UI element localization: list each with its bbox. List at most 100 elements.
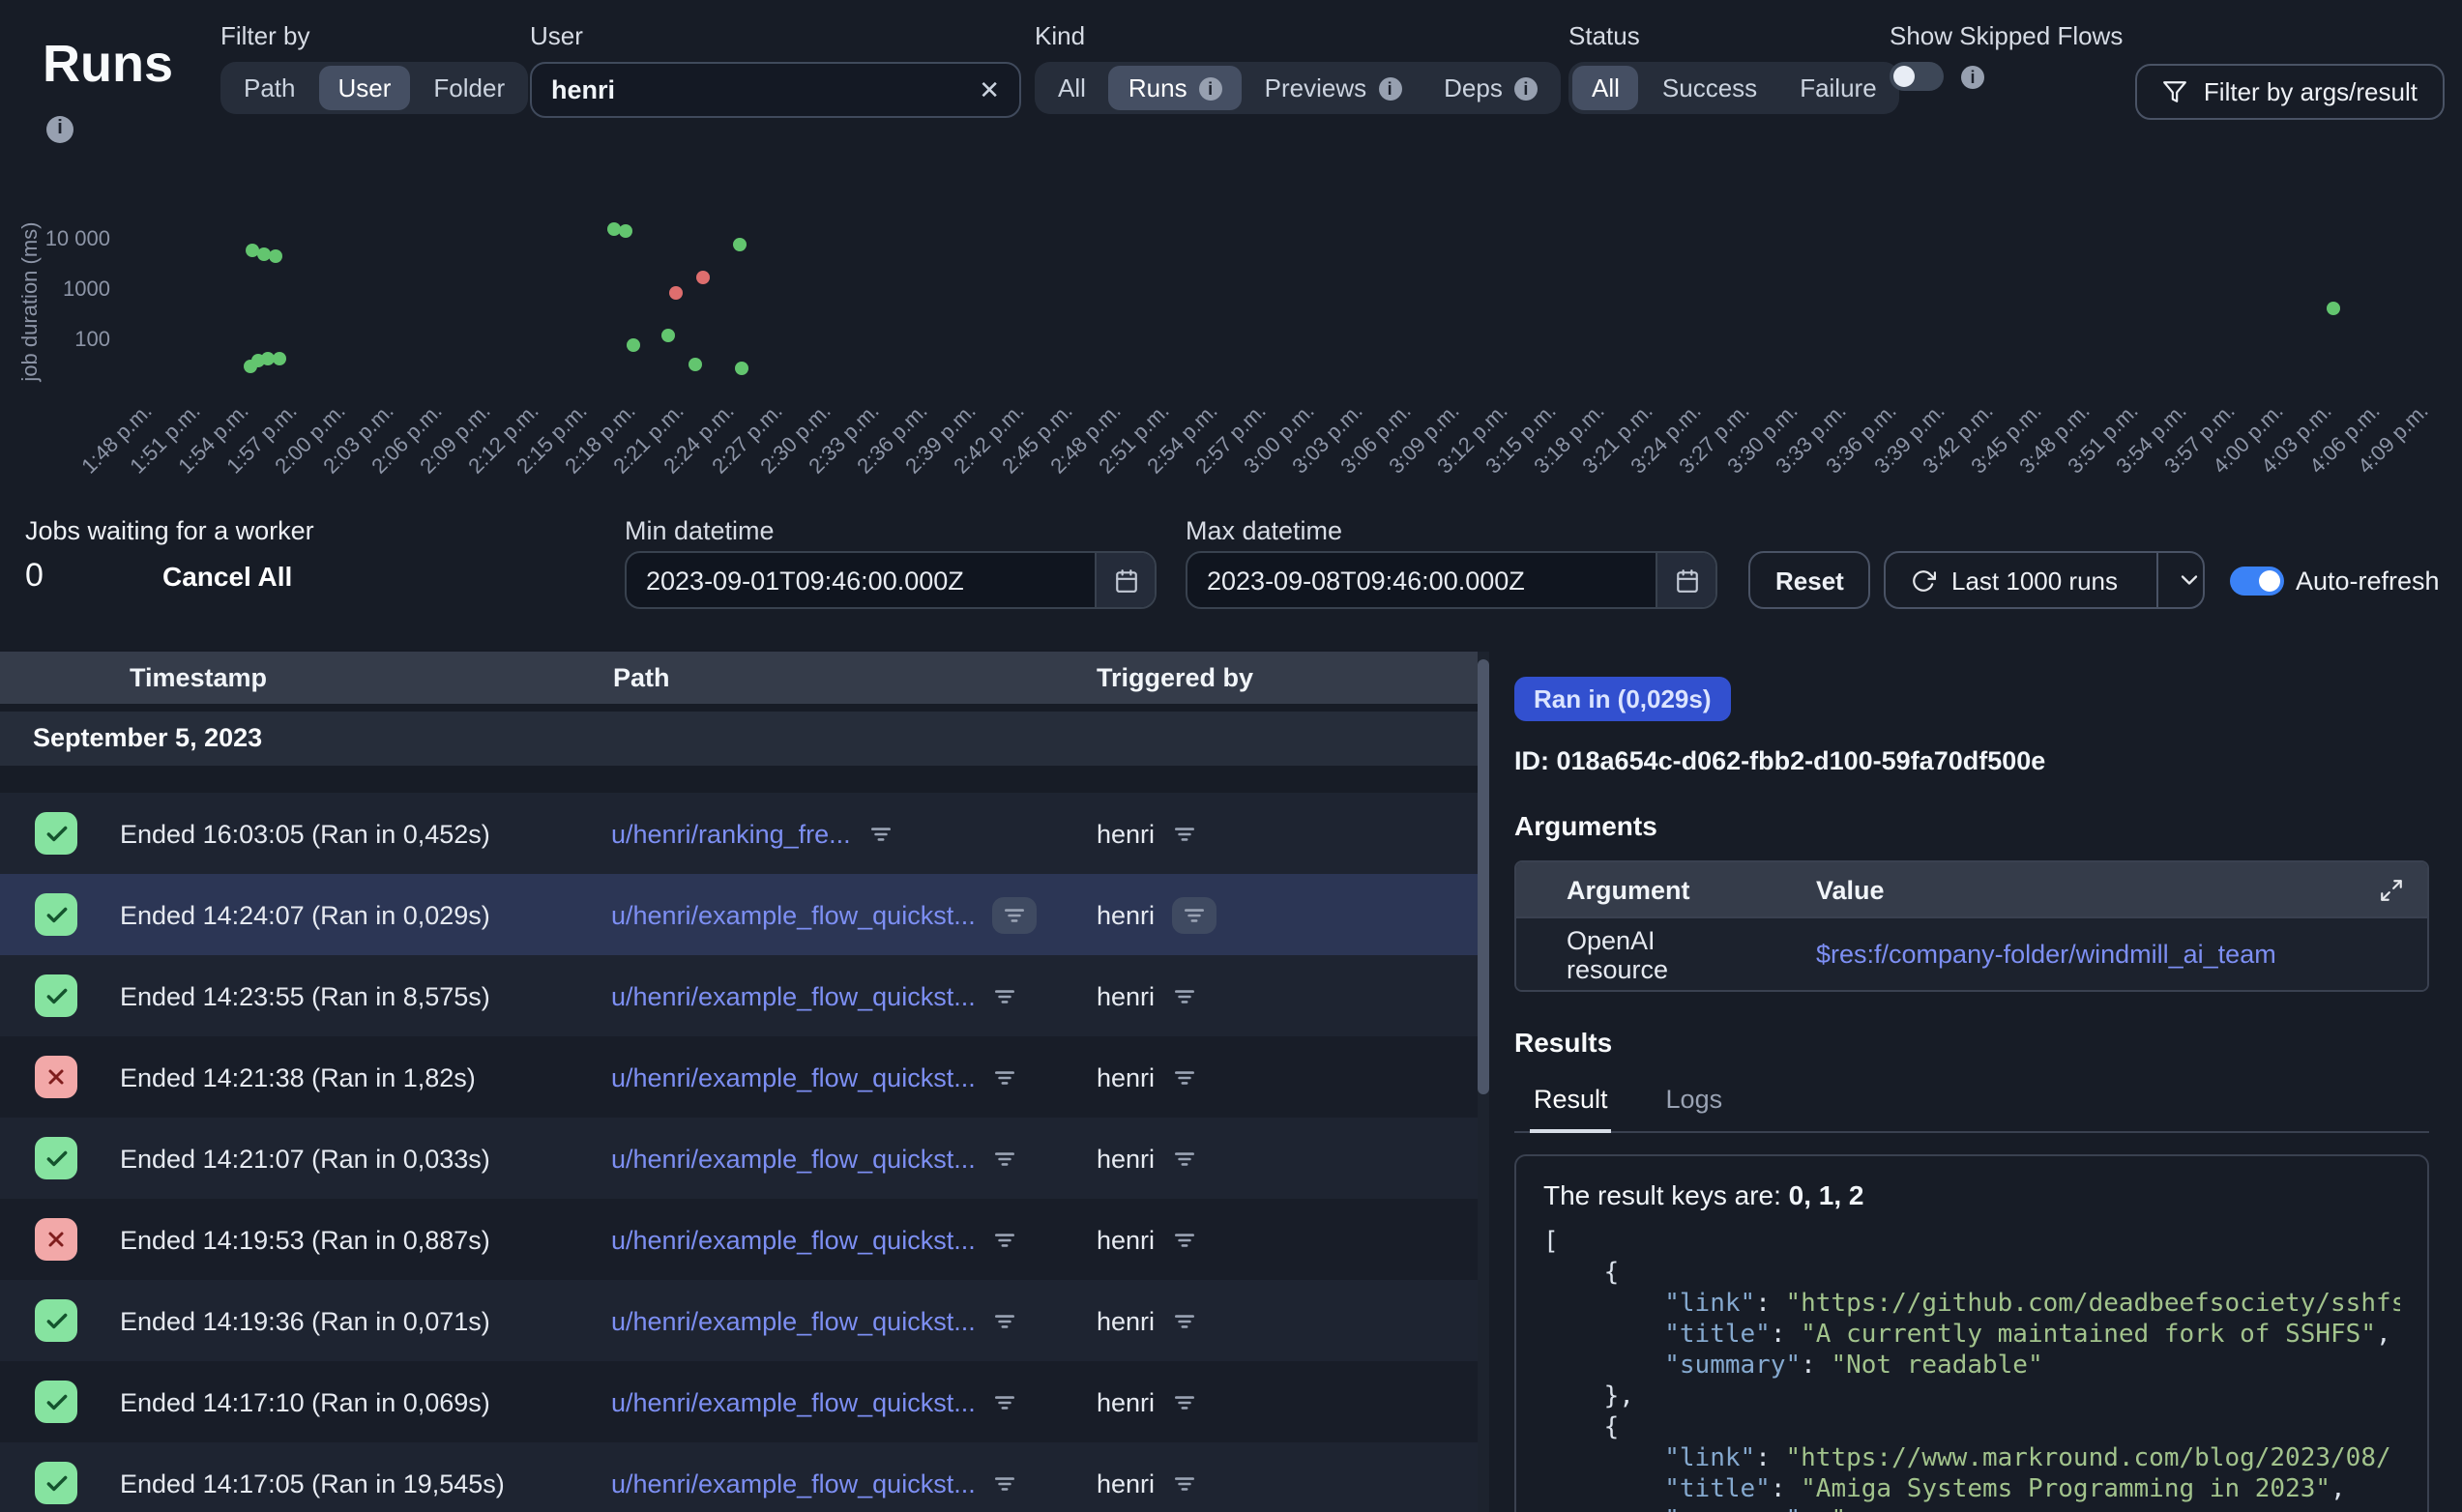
success-check-icon xyxy=(35,974,77,1017)
run-path-link[interactable]: u/henri/example_flow_quickst... xyxy=(611,1144,976,1173)
arguments-title: Arguments xyxy=(1514,810,2429,841)
argument-value-link[interactable]: $res:f/company-folder/windmill_ai_team xyxy=(1746,940,2427,969)
filter-by-user-icon[interactable] xyxy=(1172,821,1197,846)
scatter-point-success[interactable] xyxy=(273,352,286,365)
arguments-table-header: Argument Value xyxy=(1516,862,2427,916)
filter-by-user-icon[interactable] xyxy=(1172,1064,1197,1090)
run-path-cell: u/henri/example_flow_quickst... xyxy=(611,955,1018,1036)
failure-x-icon xyxy=(35,1218,77,1261)
duration-scatter-chart: job duration (ms) 10 0001000100 1:48 p.m… xyxy=(0,0,2462,541)
y-axis-title: job duration (ms) xyxy=(19,186,43,418)
run-triggered-by: henri xyxy=(1097,819,1155,848)
date-group-header: September 5, 2023 xyxy=(0,712,1480,766)
results-title: Results xyxy=(1514,1027,2429,1058)
filter-by-path-icon[interactable] xyxy=(993,1308,1018,1333)
filter-by-path-icon[interactable] xyxy=(993,1470,1018,1496)
run-triggered-by-cell: henri xyxy=(1097,1442,1197,1512)
run-row[interactable]: Ended 14:17:05 (Ran in 19,545s)u/henri/e… xyxy=(0,1442,1480,1512)
filter-by-user-icon[interactable] xyxy=(1172,1389,1197,1414)
run-row[interactable]: Ended 14:17:10 (Ran in 0,069s)u/henri/ex… xyxy=(0,1361,1480,1442)
scatter-point-success[interactable] xyxy=(689,358,703,371)
reset-button[interactable]: Reset xyxy=(1748,551,1871,609)
max-datetime-value: 2023-09-08T09:46:00.000Z xyxy=(1187,566,1656,595)
run-triggered-by-cell: henri xyxy=(1097,793,1197,874)
calendar-icon[interactable] xyxy=(1095,553,1155,607)
failure-x-icon xyxy=(35,1056,77,1098)
chevron-down-icon[interactable] xyxy=(2156,553,2203,607)
filter-by-path-icon[interactable] xyxy=(993,983,1018,1008)
filter-by-path-icon[interactable] xyxy=(993,1146,1018,1171)
max-datetime-label: Max datetime xyxy=(1186,516,1342,545)
run-path-cell: u/henri/example_flow_quickst... xyxy=(611,1361,1018,1442)
scrollbar-thumb[interactable] xyxy=(1478,659,1489,1094)
run-path-link[interactable]: u/henri/ranking_fre... xyxy=(611,819,851,848)
run-row[interactable]: Ended 14:19:53 (Ran in 0,887s) u/henri/ex… xyxy=(0,1199,1480,1280)
run-path-link[interactable]: u/henri/example_flow_quickst... xyxy=(611,1468,976,1497)
cancel-all-button[interactable]: Cancel All xyxy=(162,561,292,592)
filter-by-user-icon[interactable] xyxy=(1172,1308,1197,1333)
filter-by-user-icon[interactable] xyxy=(1172,1146,1197,1171)
run-path-link[interactable]: u/henri/example_flow_quickst... xyxy=(611,900,976,929)
scatter-point-success[interactable] xyxy=(735,362,748,375)
scatter-point-success[interactable] xyxy=(733,237,747,250)
result-keys-line: The result keys are: 0, 1, 2 xyxy=(1543,1179,2400,1210)
min-datetime-input[interactable]: 2023-09-01T09:46:00.000Z xyxy=(625,551,1157,609)
run-timestamp: Ended 14:24:07 (Ran in 0,029s) xyxy=(120,874,490,955)
filter-by-path-icon[interactable] xyxy=(993,1227,1018,1252)
run-row[interactable]: Ended 14:19:36 (Ran in 0,071s)u/henri/ex… xyxy=(0,1280,1480,1361)
run-row[interactable]: Ended 16:03:05 (Ran in 0,452s)u/henri/ra… xyxy=(0,793,1480,874)
run-path-link[interactable]: u/henri/example_flow_quickst... xyxy=(611,981,976,1010)
code-line: "link": "https://github.com/deadbeefsoci… xyxy=(1543,1290,2400,1321)
run-path-link[interactable]: u/henri/example_flow_quickst... xyxy=(611,1387,976,1416)
scatter-point-success[interactable] xyxy=(626,338,639,352)
load-runs-button[interactable]: Last 1000 runs xyxy=(1884,551,2205,609)
filter-by-path-icon[interactable] xyxy=(868,821,894,846)
run-timestamp: Ended 14:21:07 (Ran in 0,033s) xyxy=(120,1118,490,1199)
run-row[interactable]: Ended 14:24:07 (Ran in 0,029s) u/henri/ex… xyxy=(0,874,1480,955)
scatter-point-failure[interactable] xyxy=(696,271,710,284)
run-triggered-by: henri xyxy=(1097,1468,1155,1497)
run-row[interactable]: Ended 14:21:07 (Ran in 0,033s) u/henri/ex… xyxy=(0,1118,1480,1199)
run-row[interactable]: Ended 14:21:38 (Ran in 1,82s)u/henri/exa… xyxy=(0,1036,1480,1118)
viewport: Runs i Filter by PathUserFolder User hen… xyxy=(0,0,2462,1512)
auto-refresh-toggle[interactable] xyxy=(2230,567,2284,596)
auto-refresh-label: Auto-refresh xyxy=(2296,567,2440,596)
scatter-point-success[interactable] xyxy=(2326,302,2339,315)
max-datetime-input[interactable]: 2023-09-08T09:46:00.000Z xyxy=(1186,551,1717,609)
filter-by-path-icon[interactable] xyxy=(993,1064,1018,1090)
scatter-point-success[interactable] xyxy=(662,329,676,342)
calendar-icon[interactable] xyxy=(1656,553,1715,607)
table-scrollbar[interactable] xyxy=(1478,652,1489,1512)
scatter-point-success[interactable] xyxy=(268,250,281,264)
expand-icon[interactable] xyxy=(2379,877,2404,902)
code-line: { xyxy=(1543,1259,2400,1290)
table-body: Ended 16:03:05 (Ran in 0,452s)u/henri/ra… xyxy=(0,793,1480,1512)
argument-row: OpenAI resource$res:f/company-folder/win… xyxy=(1516,916,2427,990)
tab-logs[interactable]: Logs xyxy=(1662,1075,1727,1131)
filter-by-user-icon[interactable] xyxy=(1172,1227,1197,1252)
jobs-waiting-count: 0 xyxy=(25,557,44,596)
success-check-icon xyxy=(35,1381,77,1423)
filter-by-path-icon[interactable] xyxy=(993,1389,1018,1414)
y-axis-label: 10 000 xyxy=(10,228,110,251)
run-triggered-by: henri xyxy=(1097,981,1155,1010)
result-keys: 0, 1, 2 xyxy=(1789,1179,1864,1210)
table-header: Timestamp Path Triggered by xyxy=(0,652,1480,704)
run-path-link[interactable]: u/henri/example_flow_quickst... xyxy=(611,1062,976,1091)
scatter-point-failure[interactable] xyxy=(669,287,683,301)
run-row[interactable]: Ended 14:23:55 (Ran in 8,575s)u/henri/ex… xyxy=(0,955,1480,1036)
run-path-link[interactable]: u/henri/example_flow_quickst... xyxy=(611,1306,976,1335)
run-triggered-by-cell: henri xyxy=(1097,955,1197,1036)
run-path-link[interactable]: u/henri/example_flow_quickst... xyxy=(611,1225,976,1254)
refresh-icon xyxy=(1911,567,1936,593)
filter-by-user-icon[interactable] xyxy=(1172,1470,1197,1496)
run-timestamp: Ended 14:19:53 (Ran in 0,887s) xyxy=(120,1199,490,1280)
filter-by-path-icon[interactable] xyxy=(993,896,1038,933)
filter-by-user-icon[interactable] xyxy=(1172,983,1197,1008)
arguments-table-body: OpenAI resource$res:f/company-folder/win… xyxy=(1516,916,2427,990)
scatter-point-success[interactable] xyxy=(619,225,632,239)
run-path-cell: u/henri/ranking_fre... xyxy=(611,793,894,874)
toggle-knob xyxy=(2259,570,2280,592)
filter-by-user-icon[interactable] xyxy=(1172,896,1216,933)
tab-result[interactable]: Result xyxy=(1530,1075,1612,1133)
